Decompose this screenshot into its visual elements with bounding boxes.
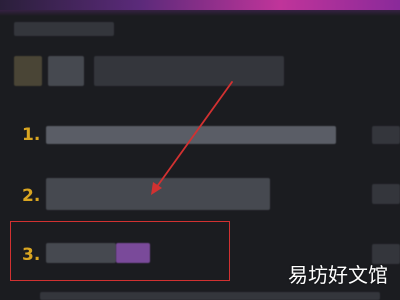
annotation-arrow-icon [151,81,233,195]
watermark: 易坊好文馆 [288,263,388,287]
